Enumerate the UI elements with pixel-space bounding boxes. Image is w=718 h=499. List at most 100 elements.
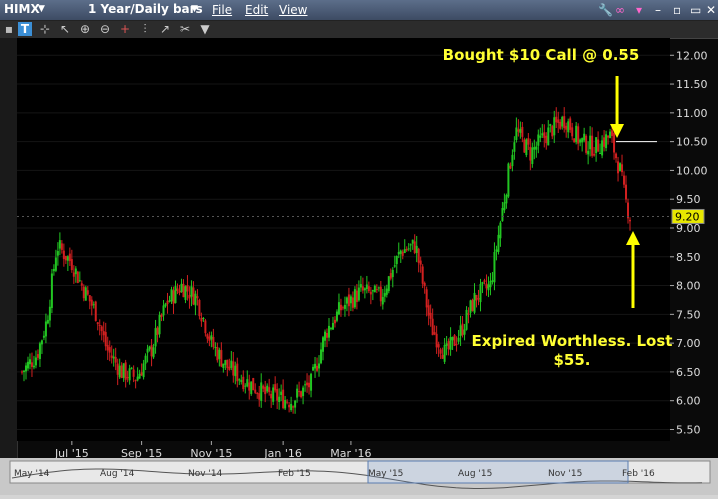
candle-body xyxy=(162,305,165,316)
dropdown-icon[interactable]: ▾ xyxy=(636,3,642,17)
candle-body xyxy=(170,289,173,302)
candle-body xyxy=(349,296,352,304)
candle-body xyxy=(222,363,225,368)
restore-icon[interactable]: ▭ xyxy=(690,3,701,17)
chart-canvas[interactable]: 5.506.006.507.007.508.008.509.009.5010.0… xyxy=(0,38,718,458)
candle-body xyxy=(585,135,588,153)
candle-body xyxy=(491,280,494,282)
candle-body xyxy=(605,134,608,149)
candle-body xyxy=(216,346,219,361)
minimize-icon[interactable]: – xyxy=(655,3,661,17)
candle-body xyxy=(194,293,197,306)
candle-body xyxy=(545,135,548,144)
candle-body xyxy=(395,255,398,265)
candle-body xyxy=(292,406,295,408)
wrench-icon[interactable]: 🔧 xyxy=(598,3,613,17)
overview-navigator[interactable]: May '14 Aug '14 Nov '14 Feb '15 May '15 Aug '… xyxy=(0,458,718,495)
crosshair-icon[interactable]: ⊹ xyxy=(38,22,52,36)
candle-body xyxy=(116,363,119,375)
pointer-icon[interactable]: ↖ xyxy=(58,22,72,36)
candle-body xyxy=(571,127,574,137)
candle-body xyxy=(56,251,59,256)
candle-body xyxy=(591,135,594,156)
candle-body xyxy=(76,271,79,284)
candle-body xyxy=(284,399,287,409)
symbol-selector[interactable]: HIMX xyxy=(4,2,40,16)
candle-body xyxy=(84,287,87,301)
menu-view[interactable]: View xyxy=(279,3,307,17)
candle-body xyxy=(142,363,145,378)
candle-body xyxy=(541,133,544,136)
candle-body xyxy=(106,344,109,351)
candle-body xyxy=(603,137,606,147)
candle-body xyxy=(587,150,590,155)
candle-body xyxy=(365,284,368,290)
candle-body xyxy=(268,387,271,393)
candle-body xyxy=(104,332,107,347)
candle-body xyxy=(64,255,67,261)
candle-body xyxy=(465,309,468,330)
overview-window[interactable] xyxy=(367,460,629,484)
chevron-down-icon[interactable]: ▼ xyxy=(38,4,45,14)
candle-body xyxy=(318,363,321,369)
candle-body xyxy=(589,135,592,150)
menu-edit[interactable]: Edit xyxy=(245,3,268,17)
candle-body xyxy=(62,250,65,260)
candle-body xyxy=(34,357,37,366)
candle-body xyxy=(343,304,346,309)
maximize-icon[interactable]: ▫ xyxy=(673,3,681,17)
tools-icon[interactable]: ✂ xyxy=(178,22,192,36)
candle-body xyxy=(423,282,426,286)
candle-body xyxy=(78,280,81,282)
link-icon[interactable]: ∞ xyxy=(615,3,625,17)
candle-body xyxy=(333,319,336,324)
candle-body xyxy=(493,252,496,283)
candle-body xyxy=(611,130,614,137)
candle-body xyxy=(172,290,175,304)
candle-body xyxy=(609,131,612,139)
candle-body xyxy=(345,297,348,304)
candle-body xyxy=(86,290,89,295)
candle-body xyxy=(409,244,412,246)
candle-body xyxy=(453,335,456,346)
candle-body xyxy=(625,184,628,200)
zoom-out-icon[interactable]: ⊖ xyxy=(98,22,112,36)
bars-icon[interactable]: ⫶ xyxy=(138,22,152,36)
candle-body xyxy=(180,283,183,292)
candle-body xyxy=(511,154,514,167)
more-tools-icon[interactable]: ▼ xyxy=(198,22,212,36)
overview-strip[interactable]: May '14 Aug '14 Nov '14 Feb '15 May '15 Aug '… xyxy=(0,458,718,495)
menu-file[interactable]: File xyxy=(212,3,232,17)
candle-body xyxy=(204,320,207,334)
text-tool-icon[interactable]: T xyxy=(18,22,32,36)
candle-body xyxy=(477,298,480,300)
candle-body xyxy=(339,304,342,311)
candle-body xyxy=(248,382,251,391)
timeframe-selector[interactable]: 1 Year/Daily bars xyxy=(88,2,203,16)
candle-body xyxy=(593,153,596,156)
trendline-icon[interactable]: ↗ xyxy=(158,22,172,36)
candle-body xyxy=(94,301,97,321)
candle-body xyxy=(487,284,490,291)
candle-body xyxy=(298,391,301,393)
zoom-in-icon[interactable]: ⊕ xyxy=(78,22,92,36)
y-tick-label: 10.00 xyxy=(676,164,708,177)
candle-body xyxy=(443,344,446,362)
candle-body xyxy=(270,393,273,399)
close-icon[interactable]: ✕ xyxy=(706,3,716,17)
candle-body xyxy=(337,302,340,315)
candle-body xyxy=(401,251,404,256)
candle-body xyxy=(138,373,141,379)
candle-body xyxy=(228,366,231,370)
candle-body xyxy=(429,312,432,319)
candle-body xyxy=(236,363,239,382)
candle-body xyxy=(469,300,472,313)
candle-body xyxy=(535,146,538,150)
candle-body xyxy=(471,299,474,311)
candle-body xyxy=(102,331,105,336)
chevron-down-icon[interactable]: ▼ xyxy=(191,4,198,14)
crosshair-cursor-icon[interactable]: + xyxy=(118,22,132,36)
candle-body xyxy=(613,132,616,153)
candle-body xyxy=(314,363,317,369)
candle-body xyxy=(198,299,201,317)
